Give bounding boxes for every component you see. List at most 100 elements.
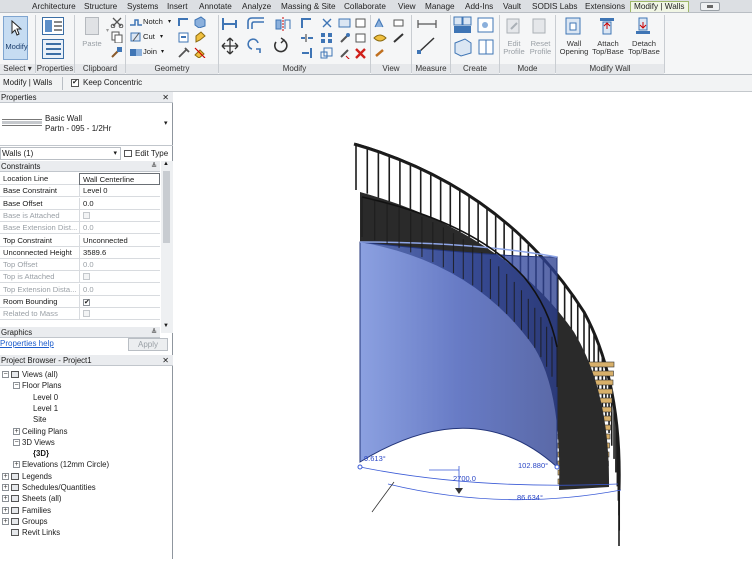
property-value[interactable]: [79, 209, 160, 222]
dim-label-radius[interactable]: 2700.0: [453, 474, 476, 483]
wall-opening-button[interactable]: Wall Opening: [557, 40, 591, 56]
property-value[interactable]: Wall Centerline: [79, 173, 160, 185]
browser-node[interactable]: Groups: [22, 516, 48, 527]
dim-label-arc[interactable]: 86.634°: [517, 493, 543, 502]
browser-node[interactable]: 3D Views: [22, 437, 55, 448]
property-value[interactable]: 0.0: [79, 197, 160, 210]
tab-insert[interactable]: Insert: [167, 1, 187, 12]
property-value[interactable]: 0.0: [79, 259, 160, 272]
scroll-down-icon[interactable]: ▼: [163, 323, 169, 329]
property-row[interactable]: Related to Mass: [0, 308, 160, 321]
reset-profile-button[interactable]: Reset Profile: [528, 40, 553, 56]
unknown-tool-icon[interactable]: [354, 32, 368, 44]
trim-extend-single-icon[interactable]: [300, 47, 314, 59]
hide-in-view-icon[interactable]: [373, 32, 387, 44]
expand-icon[interactable]: +: [13, 427, 20, 435]
scissors-icon[interactable]: [110, 16, 124, 28]
cut-dropdown-icon[interactable]: ▾: [160, 32, 163, 42]
rotate-icon[interactable]: [272, 37, 290, 55]
property-row[interactable]: Top Constraint Unconnected: [0, 234, 160, 247]
unpin-icon[interactable]: [338, 47, 352, 59]
create-group-icon[interactable]: [453, 37, 473, 57]
pick-new-icon[interactable]: [177, 31, 191, 43]
dimension-icon[interactable]: [416, 35, 438, 55]
join-dropdown-icon[interactable]: ▾: [161, 47, 164, 57]
wall-joins-icon[interactable]: [177, 16, 191, 28]
property-value[interactable]: Unconnected: [79, 234, 160, 247]
mirror-pick-axis-icon[interactable]: [273, 16, 293, 32]
copy-icon[interactable]: [110, 31, 124, 43]
tab-annotate[interactable]: Annotate: [199, 1, 232, 12]
apply-button[interactable]: Apply: [128, 338, 168, 351]
section-graphics[interactable]: Graphics ≜: [0, 327, 160, 338]
select-panel-label[interactable]: Select ▾: [0, 64, 35, 74]
property-value[interactable]: [79, 271, 160, 284]
type-properties-icon[interactable]: [42, 17, 64, 35]
copy-element-icon[interactable]: [246, 37, 264, 55]
notch-button[interactable]: Notch: [143, 17, 163, 27]
3d-view-canvas[interactable]: 9.613° 102.880° 2700.0 86.634°: [174, 92, 752, 559]
property-row[interactable]: Top Offset 0.0: [0, 259, 160, 272]
browser-node[interactable]: Elevations (12mm Circle): [22, 459, 109, 470]
view-dropdown-icon[interactable]: [392, 17, 406, 29]
paste-button[interactable]: Paste: [78, 40, 106, 48]
browser-node[interactable]: Legends: [22, 471, 52, 482]
unknown-tool-icon[interactable]: [354, 17, 368, 29]
property-value[interactable]: 3589.6: [79, 246, 160, 259]
tab-add-ins[interactable]: Add-Ins: [465, 1, 493, 12]
split-with-gap-icon[interactable]: [338, 17, 352, 29]
tab-massing-site[interactable]: Massing & Site: [281, 1, 336, 12]
measure-between-icon[interactable]: [416, 17, 438, 31]
property-row[interactable]: Base Constraint Level 0: [0, 185, 160, 198]
expand-icon[interactable]: +: [2, 484, 9, 491]
paste-dropdown-icon[interactable]: ▾: [106, 27, 109, 34]
collapse-icon[interactable]: −: [13, 438, 20, 446]
dim-label-left[interactable]: 9.613°: [364, 454, 386, 463]
notch-dropdown-icon[interactable]: ▾: [168, 17, 171, 27]
tab-architecture[interactable]: Architecture: [32, 1, 76, 12]
move-icon[interactable]: [221, 37, 239, 55]
property-checkbox[interactable]: [83, 273, 90, 281]
instance-filter-dropdown[interactable]: Walls (1) ▾: [0, 147, 121, 160]
tab-systems[interactable]: Systems: [127, 1, 158, 12]
browser-node[interactable]: Sheets (all): [22, 493, 61, 504]
temporary-hide-icon[interactable]: [373, 47, 387, 59]
collapse-icon[interactable]: −: [13, 382, 20, 390]
property-value[interactable]: ✔: [79, 296, 160, 308]
tab-manage[interactable]: Manage: [425, 1, 455, 12]
properties-help-link[interactable]: Properties help: [0, 339, 54, 348]
property-checkbox[interactable]: ✔: [83, 299, 90, 306]
tab-collaborate[interactable]: Collaborate: [344, 1, 386, 12]
tab-view[interactable]: View: [398, 1, 416, 12]
properties-palette-icon[interactable]: [42, 39, 64, 59]
property-checkbox[interactable]: [83, 310, 90, 318]
scroll-up-icon[interactable]: ▲: [163, 161, 169, 167]
tab-analyze[interactable]: Analyze: [242, 1, 271, 12]
linework-icon[interactable]: [392, 32, 406, 44]
expand-icon[interactable]: +: [2, 495, 9, 503]
browser-node[interactable]: Views (all): [22, 369, 58, 380]
tab-structure[interactable]: Structure: [84, 1, 117, 12]
array-icon[interactable]: [320, 32, 334, 44]
browser-node[interactable]: Site: [33, 414, 46, 425]
browser-node[interactable]: Ceiling Plans: [22, 426, 68, 437]
expand-icon[interactable]: +: [2, 517, 9, 525]
panel-toggle-button[interactable]: [700, 2, 720, 11]
property-row[interactable]: Location Line Wall Centerline: [0, 173, 160, 185]
selected-curved-wall[interactable]: [359, 241, 558, 469]
delete-icon[interactable]: [354, 47, 368, 59]
attach-top-base-button[interactable]: Attach Top/Base: [590, 40, 626, 56]
property-value[interactable]: [79, 308, 160, 321]
collapse-icon[interactable]: −: [2, 371, 9, 378]
pin-icon[interactable]: [338, 32, 352, 44]
split-face-icon[interactable]: [193, 16, 207, 28]
browser-node[interactable]: Schedules/Quantities: [22, 482, 96, 493]
tab-modify-walls[interactable]: Modify | Walls: [630, 1, 689, 12]
join-button[interactable]: Join: [143, 47, 157, 57]
override-graphics-icon[interactable]: [373, 17, 387, 29]
property-row[interactable]: Base Offset 0.0: [0, 197, 160, 210]
wall-end-grip-right[interactable]: [554, 464, 560, 470]
remove-paint-icon[interactable]: [193, 46, 207, 58]
dim-label-right[interactable]: 102.880°: [518, 461, 548, 470]
property-value[interactable]: Level 0: [79, 185, 160, 198]
